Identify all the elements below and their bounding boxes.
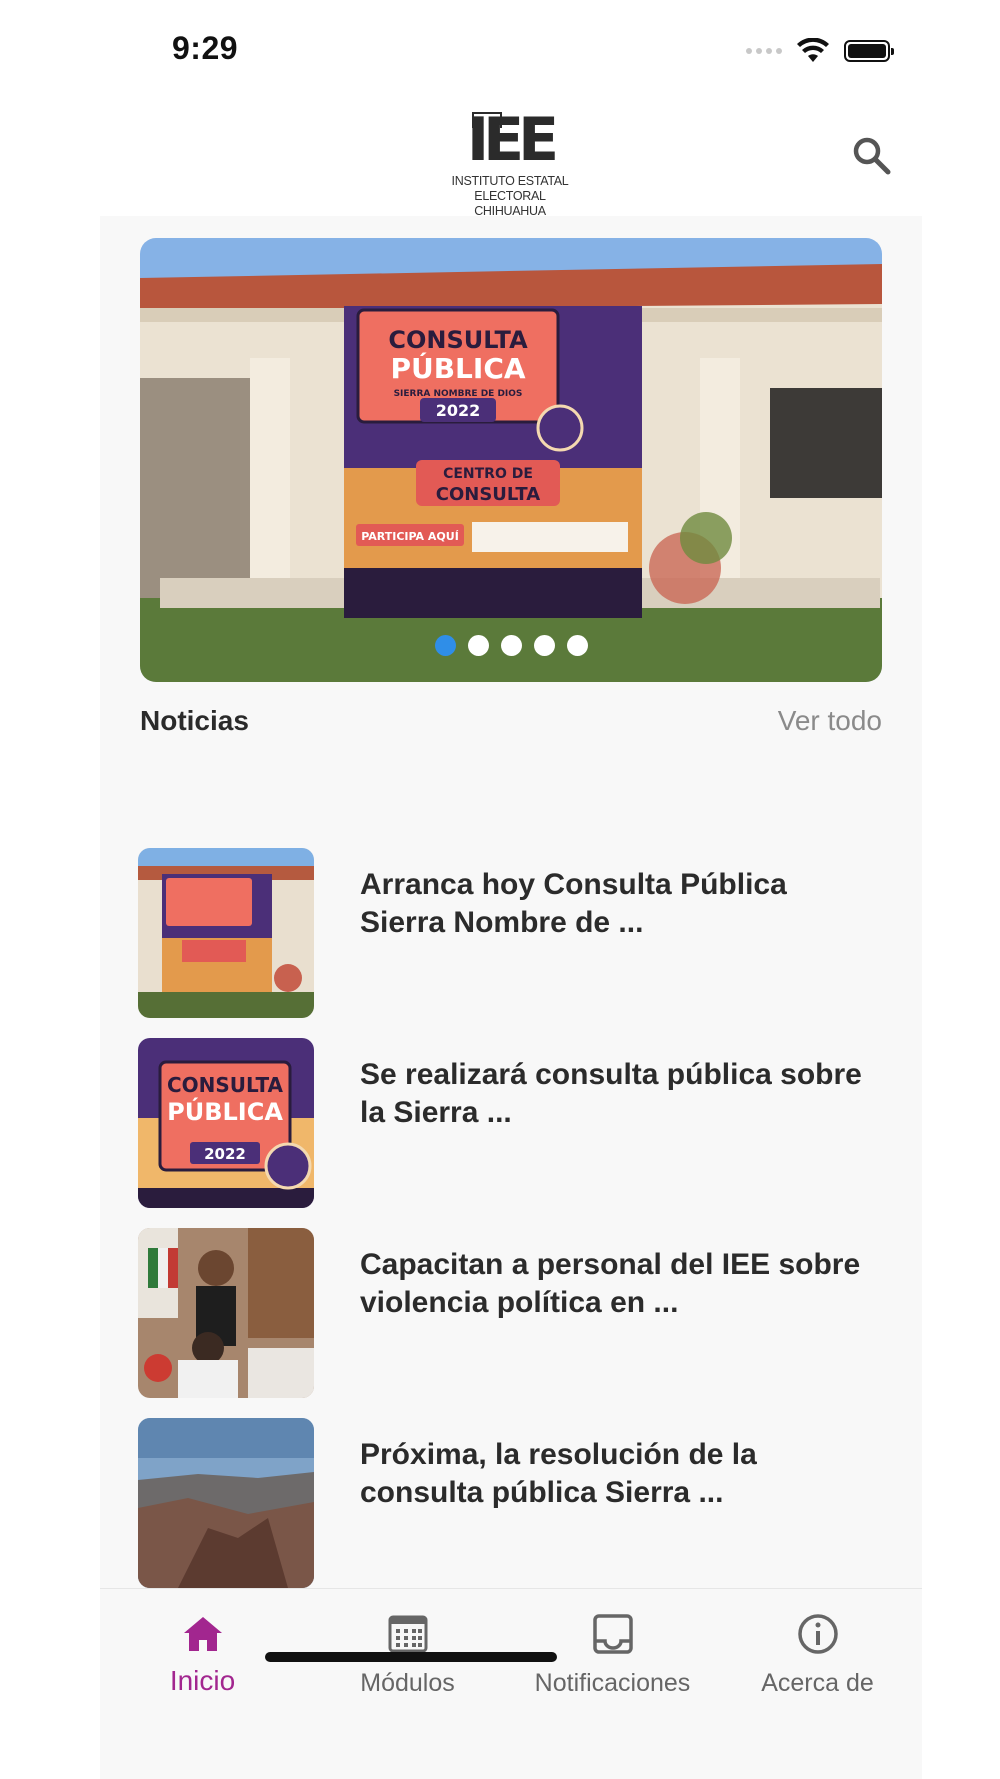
iee-logo: IEE INSTITUTO ESTATAL ELECTORAL CHIHUAHU… xyxy=(420,104,600,218)
news-thumbnail: CONSULTA PÚBLICA 2022 xyxy=(138,1038,314,1208)
tab-label: Notificaciones xyxy=(534,1669,691,1697)
news-title: Próxima, la resolución de la consulta pú… xyxy=(360,1438,757,1509)
logo-line2: CHIHUAHUA xyxy=(474,204,546,218)
status-icons xyxy=(746,38,894,64)
home-icon xyxy=(184,1617,222,1651)
logo-line1: INSTITUTO ESTATAL ELECTORAL xyxy=(451,174,569,203)
home-indicator[interactable] xyxy=(265,1652,557,1662)
search-button[interactable] xyxy=(850,134,894,178)
tab-modulos[interactable]: Módulos xyxy=(305,1589,510,1699)
news-title: Se realizará consulta pública sobre la S… xyxy=(360,1058,862,1129)
news-thumbnail xyxy=(138,848,314,1018)
wifi-icon xyxy=(797,38,829,62)
news-thumbnail xyxy=(138,1228,314,1398)
tab-label: Módulos xyxy=(360,1669,455,1697)
battery-icon xyxy=(844,40,894,62)
banner-year: 2022 xyxy=(436,401,481,420)
carousel-dot[interactable] xyxy=(434,635,456,656)
news-section-header: Noticias Ver todo xyxy=(140,705,882,745)
news-thumbnail xyxy=(138,1418,314,1588)
news-item[interactable]: Arranca hoy Consulta Pública Sierra Nomb… xyxy=(138,848,898,1038)
banner-title1: CONSULTA xyxy=(388,326,528,354)
tab-inicio[interactable]: Inicio xyxy=(100,1589,305,1699)
search-icon xyxy=(853,137,891,175)
carousel-pagination xyxy=(140,635,882,656)
banner-center1: CENTRO DE xyxy=(443,466,533,482)
svg-text:2022: 2022 xyxy=(204,1145,246,1163)
carousel-dot[interactable] xyxy=(467,635,489,656)
news-title: Capacitan a personal del IEE sobre viole… xyxy=(360,1248,861,1319)
section-title: Noticias xyxy=(140,705,249,736)
app-screen: IEE INSTITUTO ESTATAL ELECTORAL CHIHUAHU… xyxy=(100,100,922,1779)
tab-acerca-de[interactable]: Acerca de xyxy=(715,1589,920,1699)
carousel-dot[interactable] xyxy=(533,635,555,656)
news-item[interactable]: Capacitan a personal del IEE sobre viole… xyxy=(138,1228,898,1418)
carousel-image: CONSULTA PÚBLICA SIERRA NOMBRE DE DIOS 2… xyxy=(140,238,882,682)
tab-notificaciones[interactable]: Notificaciones xyxy=(510,1589,715,1699)
signal-icon xyxy=(746,48,782,54)
news-item[interactable]: Próxima, la resolución de la consulta pú… xyxy=(138,1418,898,1608)
status-time: 9:29 xyxy=(172,30,239,66)
banner-center2: CONSULTA xyxy=(436,484,541,505)
info-icon xyxy=(798,1614,838,1654)
bottom-tab-bar: Inicio Módulos Notificaciones Acerca de xyxy=(100,1588,922,1779)
calendar-grid-icon xyxy=(388,1615,428,1653)
tab-label: Inicio xyxy=(169,1665,236,1696)
svg-text:PÚBLICA: PÚBLICA xyxy=(167,1096,283,1126)
carousel-dot[interactable] xyxy=(566,635,588,656)
carousel-dot[interactable] xyxy=(500,635,522,656)
svg-text:CONSULTA: CONSULTA xyxy=(167,1073,284,1097)
news-title: Arranca hoy Consulta Pública Sierra Nomb… xyxy=(360,868,787,939)
tab-label: Acerca de xyxy=(761,1669,874,1697)
banner-sub: SIERRA NOMBRE DE DIOS xyxy=(394,389,523,399)
inbox-icon xyxy=(593,1614,633,1654)
banner-cta: PARTICIPA AQUÍ xyxy=(361,530,459,543)
news-item[interactable]: CONSULTA PÚBLICA 2022 Se realizará consu… xyxy=(138,1038,898,1228)
news-carousel[interactable]: CONSULTA PÚBLICA SIERRA NOMBRE DE DIOS 2… xyxy=(140,238,882,682)
status-bar: 9:29 xyxy=(0,0,1000,100)
app-header: IEE INSTITUTO ESTATAL ELECTORAL CHIHUAHU… xyxy=(100,100,922,218)
banner-title2: PÚBLICA xyxy=(390,351,525,385)
see-all-link[interactable]: Ver todo xyxy=(778,705,882,737)
ballot-box-icon xyxy=(472,112,502,128)
news-list: Arranca hoy Consulta Pública Sierra Nomb… xyxy=(138,848,898,1608)
